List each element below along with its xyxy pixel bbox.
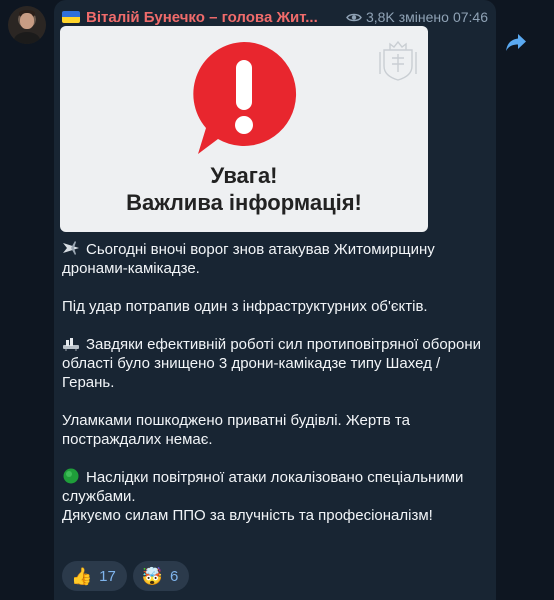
alert-icon — [193, 41, 297, 154]
message-bubble: Віталій Бунечко – голова Жит... 3,8K змі… — [54, 0, 496, 600]
thumbs-up-icon: 👍 — [71, 566, 93, 586]
reaction-thumbs-up[interactable]: 👍 17 — [62, 561, 127, 591]
green-circle-icon — [62, 468, 80, 484]
message-header: Віталій Бунечко – голова Жит... 3,8K змі… — [62, 7, 488, 27]
paragraph-damage: Уламками пошкоджено приватні будівлі. Же… — [62, 412, 410, 448]
avatar[interactable] — [8, 6, 46, 44]
avatar-face — [20, 13, 34, 29]
message-time: 07:46 — [452, 9, 488, 25]
paragraph-thanks: Дякуємо силам ППО за влучність та профес… — [62, 507, 433, 524]
sender-name[interactable]: Віталій Бунечко – голова Жит... — [86, 9, 318, 26]
paragraph-attack-text: Сьогодні вночі ворог знов атакував Житом… — [62, 241, 435, 277]
city-crest-icon — [379, 40, 417, 81]
card-title: Увага! Важлива інформація! — [60, 162, 428, 216]
paragraph-target: Під удар потрапив один з інфраструктурни… — [62, 298, 428, 315]
view-count: 3,8K — [365, 9, 395, 25]
edited-label: змінено — [398, 9, 449, 25]
paragraph-localized: Наслідки повітряної атаки локалізовано с… — [62, 468, 482, 506]
avatar-shirt — [14, 32, 40, 44]
eye-icon — [346, 12, 362, 23]
paragraph-air-defense: Завдяки ефективній роботі сил протиповіт… — [62, 335, 482, 392]
drone-icon — [62, 240, 80, 256]
paragraph-attack: Сьогодні вночі ворог знов атакував Житом… — [62, 240, 482, 278]
reactions-bar: 👍 17 🤯 6 — [62, 561, 190, 591]
reaction-count: 17 — [99, 567, 116, 585]
ukraine-flag-icon — [62, 11, 80, 23]
card-title-line2: Важлива інформація! — [126, 190, 362, 215]
card-title-line1: Увага! — [210, 163, 278, 188]
message-text: Сьогодні вночі ворог знов атакував Житом… — [62, 240, 482, 525]
paragraph-localized-text: Наслідки повітряної атаки локалізовано с… — [62, 469, 464, 505]
share-forward-icon[interactable] — [504, 30, 528, 54]
message-meta: 3,8K змінено 07:46 — [346, 9, 488, 25]
exploding-head-icon: 🤯 — [141, 566, 164, 586]
reaction-count: 6 — [170, 567, 179, 585]
reaction-exploding-head[interactable]: 🤯 6 — [132, 561, 190, 591]
air-defense-icon — [62, 335, 80, 351]
paragraph-air-defense-text: Завдяки ефективній роботі сил протиповіт… — [62, 336, 482, 391]
image-card[interactable]: Увага! Важлива інформація! — [60, 26, 428, 232]
